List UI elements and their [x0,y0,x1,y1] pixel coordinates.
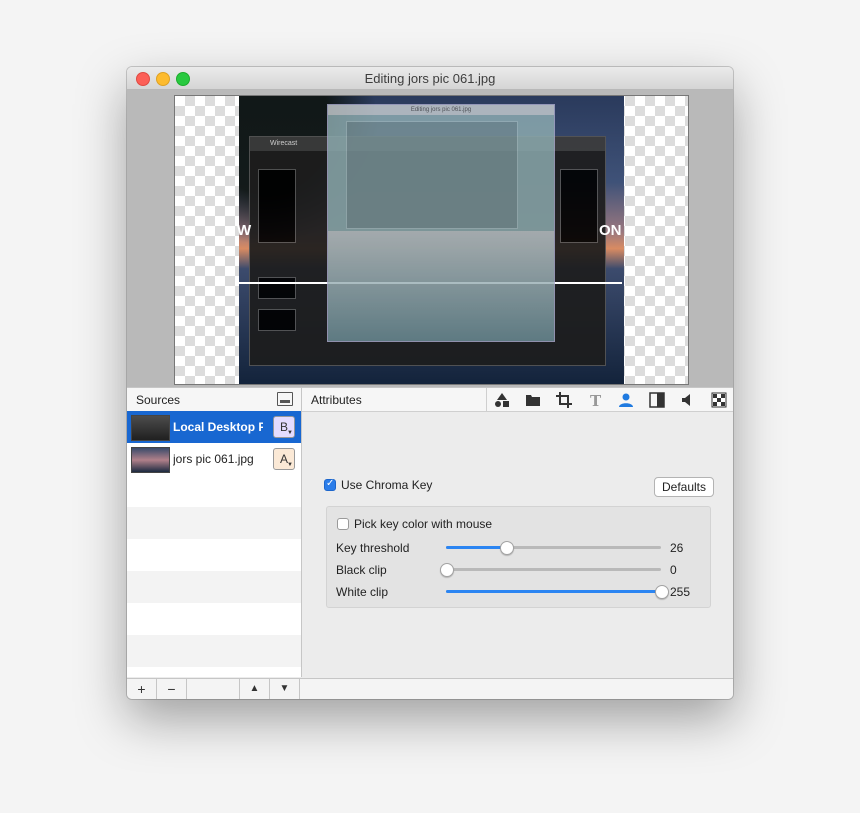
chroma-key-settings-group: Pick key color with mouse Key threshold … [326,506,711,608]
move-down-button[interactable]: ▼ [270,679,300,699]
title-bar: Editing jors pic 061.jpg [127,67,733,90]
key-threshold-label: Key threshold [336,541,410,555]
slider-knob[interactable] [440,563,454,577]
capture-preview-right [560,169,598,243]
overlay-text-left: W [237,222,252,239]
folder-icon[interactable] [525,392,541,408]
preview-canvas[interactable]: Wirecast W ON Editing jors pic 061.jpg [174,95,689,385]
toolbar-divider [486,388,487,411]
text-icon[interactable]: T [587,392,603,408]
bottom-bar: + − ▲ ▼ [127,678,733,699]
window-title: Editing jors pic 061.jpg [364,71,496,86]
attributes-panel: Attributes T ✓ Use Chroma Key Defaults P… [302,387,733,677]
photo-thumbnail [131,447,170,473]
attributes-header: Attributes T [302,387,733,412]
source-item-local-desktop[interactable]: Local Desktop Presenter B▼ [127,411,301,443]
desktop-thumbnail [131,415,170,441]
nested-capture-window: Editing jors pic 061.jpg [327,104,555,342]
slider-fill [446,546,507,549]
nested-preview-pane [346,121,518,229]
black-clip-slider[interactable] [440,563,661,577]
white-clip-slider[interactable] [446,585,669,599]
move-up-button[interactable]: ▲ [240,679,270,699]
pick-key-color-checkbox[interactable] [337,518,349,530]
audio-icon[interactable] [680,392,696,408]
chevron-down-icon: ▼ [287,462,293,468]
crop-icon[interactable] [556,392,572,408]
checker-icon[interactable] [711,392,727,408]
layer-badge[interactable]: B ▼ [273,416,295,438]
key-threshold-slider[interactable] [446,541,661,555]
white-clip-label: White clip [336,585,389,599]
black-clip-label: Black clip [336,563,387,577]
source-item-jors-pic[interactable]: jors pic 061.jpg A ▼ [127,443,301,475]
capture-shot-1 [258,277,296,299]
list-stripe [127,507,301,539]
mask-icon[interactable] [649,392,665,408]
black-clip-value: 0 [670,563,677,577]
key-threshold-value: 26 [670,541,684,555]
preview-area: Wirecast W ON Editing jors pic 061.jpg [127,90,733,387]
slider-fill [446,590,661,593]
capture-shot-2 [258,309,296,331]
slider-knob[interactable] [500,541,515,555]
sources-panel: Sources Local Desktop Presenter B▼ jors … [127,387,302,677]
sources-view-icon[interactable] [277,392,293,406]
nested-lake-image [328,231,554,341]
chevron-down-icon: ▼ [287,430,293,436]
attributes-title: Attributes [311,393,362,407]
pick-key-color-label: Pick key color with mouse [354,517,493,531]
list-stripe [127,571,301,603]
overlay-text-right: ON [599,222,622,239]
add-source-button[interactable]: + [127,679,157,699]
source-label: jors pic 061.jpg [173,452,254,466]
white-clip-value: 255 [670,585,691,599]
chroma-key-person-icon[interactable] [618,392,634,408]
bottom-bar-spacer [187,679,240,699]
use-chroma-key-label: Use Chroma Key [341,478,433,492]
layer-badge[interactable]: A ▼ [273,448,295,470]
nested-window-title: Editing jors pic 061.jpg [328,105,554,115]
list-stripe [127,635,301,667]
svg-text:T: T [590,392,602,408]
shapes-icon[interactable] [494,392,510,408]
slider-knob[interactable] [655,585,669,599]
remove-source-button[interactable]: − [157,679,187,699]
capture-preview-left [258,169,296,243]
sources-title: Sources [136,393,181,407]
sources-header: Sources [127,387,301,412]
editor-window: Editing jors pic 061.jpg Wirecast W ON E… [127,67,733,699]
defaults-button[interactable]: Defaults [654,477,714,497]
source-label: Local Desktop Presenter [173,420,263,434]
use-chroma-key-checkbox[interactable] [324,478,336,491]
